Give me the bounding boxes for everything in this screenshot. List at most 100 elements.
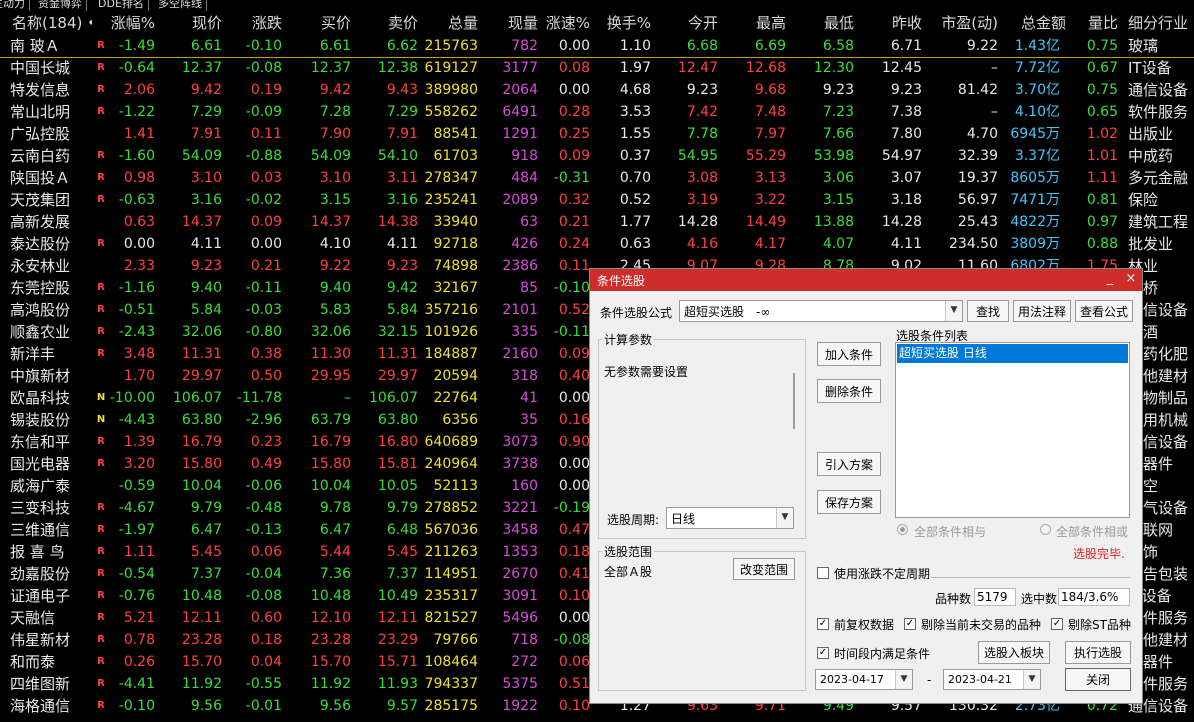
condition-list[interactable]: 超短买选股 日线 bbox=[895, 342, 1130, 518]
stock-name[interactable]: 三变科技 bbox=[10, 497, 90, 519]
stock-name[interactable]: 劲嘉股份 bbox=[10, 563, 90, 585]
table-row[interactable]: 云南白药 R -1.60 54.09 -0.88 54.09 54.10 61703 918 0.… bbox=[0, 145, 1194, 167]
use-period-checkbox[interactable] bbox=[817, 567, 829, 579]
table-row[interactable]: 天茂集团 R -0.63 3.16 -0.02 3.15 3.16 235241 2089 0.3… bbox=[0, 189, 1194, 211]
stock-name[interactable]: 国光电器 bbox=[10, 453, 90, 475]
stock-name[interactable]: 高新发展 bbox=[10, 211, 90, 233]
dialog-title-bar[interactable]: 条件选股 _ × bbox=[590, 269, 1142, 291]
stock-name[interactable]: 报 喜 鸟 bbox=[10, 541, 90, 563]
close-icon[interactable]: × bbox=[1123, 270, 1139, 288]
radio-and[interactable] bbox=[897, 524, 908, 535]
stock-unit: 亿 bbox=[1046, 82, 1060, 98]
stock-name[interactable]: 陕国投Ａ bbox=[10, 167, 90, 189]
stock-cur: 35 bbox=[520, 412, 538, 428]
stock-name[interactable]: 顺鑫农业 bbox=[10, 321, 90, 343]
column-header-13[interactable]: 昨收 bbox=[858, 11, 922, 35]
condition-list-item[interactable]: 超短买选股 日线 bbox=[897, 344, 1128, 363]
usage-note-button[interactable]: 用法注释 bbox=[1013, 300, 1071, 322]
chevron-down-icon[interactable]: ▼ bbox=[776, 508, 793, 528]
exclude-untraded-checkbox[interactable]: ✓ bbox=[904, 618, 916, 630]
exclude-st-checkbox[interactable]: ✓ bbox=[1051, 618, 1063, 630]
column-header-2[interactable]: 现价 bbox=[160, 11, 222, 35]
dialog-title: 条件选股 bbox=[597, 274, 646, 288]
forward-adjust-checkbox[interactable]: ✓ bbox=[817, 618, 829, 630]
stock-name[interactable]: 威海广泰 bbox=[10, 475, 90, 497]
column-header-1[interactable]: 涨幅% bbox=[108, 11, 155, 35]
tab-bull-bear[interactable]: 多空阵线 bbox=[154, 0, 207, 11]
column-header-12[interactable]: 最低 bbox=[790, 11, 854, 35]
table-row[interactable]: 特发信息 R 2.06 9.42 0.19 9.42 9.43 389980 2064 0.00 4… bbox=[0, 79, 1194, 101]
chevron-down-icon[interactable]: ▼ bbox=[945, 301, 962, 321]
stock-name[interactable]: 海格通信 bbox=[10, 695, 90, 717]
find-button[interactable]: 查找 bbox=[967, 300, 1009, 322]
stock-name[interactable]: 中旗新材 bbox=[10, 365, 90, 387]
stock-name[interactable]: 新洋丰 bbox=[10, 343, 90, 365]
radio-or[interactable] bbox=[1040, 524, 1051, 535]
stock-name[interactable]: 锡装股份 bbox=[10, 409, 90, 431]
save-scheme-button[interactable]: 保存方案 bbox=[817, 490, 881, 514]
table-row[interactable]: 南 玻Ａ R -1.49 6.61 -0.10 6.61 6.62 215763 782 0.00… bbox=[0, 35, 1194, 58]
stock-name[interactable]: 南 玻Ａ bbox=[10, 35, 90, 57]
stock-name[interactable]: 东莞控股 bbox=[10, 277, 90, 299]
column-header-11[interactable]: 最高 bbox=[722, 11, 786, 35]
tab-main-force[interactable]: 主动力 bbox=[0, 0, 30, 11]
params-scrollbar[interactable] bbox=[793, 373, 795, 429]
stock-name[interactable]: 东信和平 bbox=[10, 431, 90, 453]
stock-name[interactable]: 永安林业 bbox=[10, 255, 90, 277]
table-row[interactable]: 高新发展 0.63 14.37 0.09 14.37 14.38 33940 63 0.21 1.… bbox=[0, 211, 1194, 233]
chevron-down-icon[interactable]: ▼ bbox=[895, 670, 912, 689]
tab-dde-rank[interactable]: DDE排名 bbox=[94, 0, 149, 11]
column-header-16[interactable]: 量比 bbox=[1072, 11, 1118, 35]
column-header-8[interactable]: 涨速% bbox=[542, 11, 590, 35]
formula-select[interactable]: 超短买选股 -∞ ▼ bbox=[679, 300, 963, 322]
close-button[interactable]: 关闭 bbox=[1065, 668, 1131, 691]
column-header-4[interactable]: 买价 bbox=[285, 11, 351, 35]
stock-amt: 3.70 bbox=[1014, 82, 1046, 98]
stock-name[interactable]: 特发信息 bbox=[10, 79, 90, 101]
column-header-7[interactable]: 现量 bbox=[480, 11, 538, 35]
stock-name[interactable]: 云南白药 bbox=[10, 145, 90, 167]
stock-name[interactable]: 欧晶科技 bbox=[10, 387, 90, 409]
column-header-9[interactable]: 换手% bbox=[594, 11, 651, 35]
delete-condition-button[interactable]: 删除条件 bbox=[817, 379, 881, 403]
time-range-checkbox[interactable]: ✓ bbox=[817, 647, 829, 659]
stock-ratio: 0.75 bbox=[1086, 38, 1118, 54]
column-header-17[interactable]: 细分行业 bbox=[1128, 11, 1194, 35]
column-header-0[interactable]: 名称(184) • bbox=[12, 11, 92, 35]
tab-capital-game[interactable]: 资金博弈 bbox=[34, 0, 87, 11]
column-header-10[interactable]: 今开 bbox=[654, 11, 718, 35]
stock-name[interactable]: 中国长城 bbox=[10, 57, 90, 79]
stock-name[interactable]: 天茂集团 bbox=[10, 189, 90, 211]
stock-name[interactable]: 四维图新 bbox=[10, 673, 90, 695]
date-to-picker[interactable]: 2023-04-21 ▼ bbox=[943, 669, 1041, 690]
column-header-15[interactable]: 总金额 bbox=[994, 11, 1066, 35]
column-header-5[interactable]: 卖价 bbox=[355, 11, 418, 35]
stock-name[interactable]: 天融信 bbox=[10, 607, 90, 629]
add-to-block-button[interactable]: 选股入板块 bbox=[978, 641, 1050, 664]
stock-name[interactable]: 伟星新材 bbox=[10, 629, 90, 651]
column-header-3[interactable]: 涨跌 bbox=[225, 11, 282, 35]
stock-name[interactable]: 高鸿股份 bbox=[10, 299, 90, 321]
change-range-button[interactable]: 改变范围 bbox=[733, 558, 795, 580]
stock-name[interactable]: 三维通信 bbox=[10, 519, 90, 541]
table-row[interactable]: 广弘控股 1.41 7.91 0.11 7.90 7.91 88541 1291 0.25 1.5… bbox=[0, 123, 1194, 145]
table-row[interactable]: 常山北明 R -1.22 7.29 -0.09 7.28 7.29 558262 6491 0.2… bbox=[0, 101, 1194, 123]
stock-name[interactable]: 证通电子 bbox=[10, 585, 90, 607]
stock-name[interactable]: 常山北明 bbox=[10, 101, 90, 123]
execute-select-button[interactable]: 执行选股 bbox=[1065, 641, 1131, 664]
period-select[interactable]: 日线 ▼ bbox=[666, 507, 794, 529]
stock-name[interactable]: 和而泰 bbox=[10, 651, 90, 673]
table-row[interactable]: 泰达股份 R 0.00 4.11 0.00 4.10 4.11 92718 426 0.24 0.6… bbox=[0, 233, 1194, 255]
import-scheme-button[interactable]: 引入方案 bbox=[817, 452, 881, 476]
add-condition-button[interactable]: 加入条件 bbox=[817, 342, 881, 366]
minimize-icon[interactable]: _ bbox=[1102, 270, 1118, 288]
table-row[interactable]: 陕国投Ａ R 0.98 3.10 0.03 3.10 3.11 278347 484 -0.31 0… bbox=[0, 167, 1194, 189]
stock-name[interactable]: 泰达股份 bbox=[10, 233, 90, 255]
chevron-down-icon[interactable]: ▼ bbox=[1023, 670, 1040, 689]
stock-name[interactable]: 广弘控股 bbox=[10, 123, 90, 145]
date-from-picker[interactable]: 2023-04-17 ▼ bbox=[815, 669, 913, 690]
table-row[interactable]: 中国长城 R -0.64 12.37 -0.08 12.37 12.38 619127 3177… bbox=[0, 57, 1194, 79]
view-formula-button[interactable]: 查看公式 bbox=[1075, 300, 1133, 322]
column-header-14[interactable]: 市盈(动) bbox=[926, 11, 998, 35]
column-header-6[interactable]: 总量 bbox=[420, 11, 478, 35]
